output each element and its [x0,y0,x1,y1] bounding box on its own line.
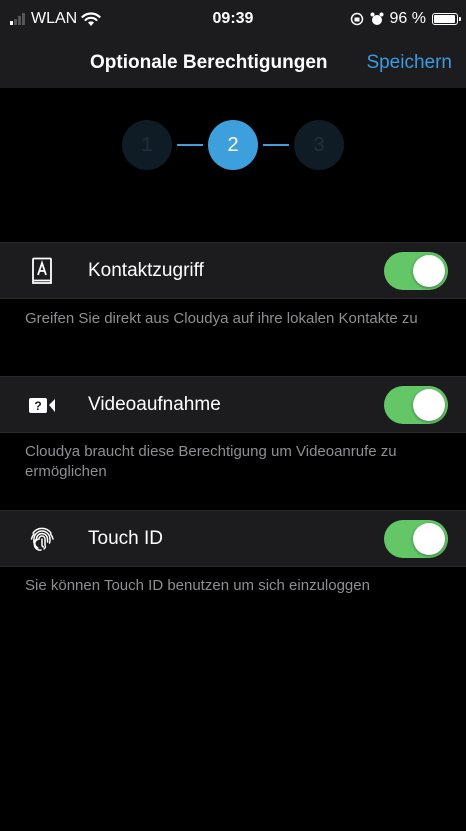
permission-label: Touch ID [88,527,163,549]
battery-fill [434,15,456,23]
permission-row-touchid: Touch ID [0,510,466,567]
battery-percent: 96 % [389,10,426,27]
orientation-lock-icon [350,12,363,26]
step-3: 3 [294,120,344,170]
permission-label: Videoaufnahme [88,393,221,415]
step-2: 2 [208,120,258,170]
toggle-knob [413,522,445,555]
touchid-toggle[interactable] [384,519,448,558]
svg-text:?: ? [34,399,41,413]
toggle-knob [413,388,445,421]
permission-description: Sie können Touch ID benutzen um sich ein… [25,577,370,594]
permission-row-contacts: Kontaktzugriff [0,242,466,299]
fingerprint-icon [27,524,57,554]
permission-description: Greifen Sie direkt aus Cloudya auf ihre … [25,310,418,327]
status-bar: WLAN 09:39 96 % [0,0,466,40]
nav-bar: Optionale Berechtigungen Speichern [0,40,466,88]
permission-description: Cloudya braucht diese Berechtigung um Vi… [25,443,397,480]
screen: WLAN 09:39 96 % Optionale Berechtigungen… [0,0,466,831]
contact-book-icon [27,256,57,286]
save-button[interactable]: Speichern [366,52,452,74]
permission-label: Kontaktzugriff [88,259,204,281]
video-toggle[interactable] [384,385,448,424]
step-indicator: 1 2 3 [0,120,466,170]
step-1: 1 [122,120,172,170]
step-connector [177,144,203,146]
contacts-toggle[interactable] [384,251,448,290]
toggle-knob [413,254,445,287]
status-right: 96 % [350,10,461,28]
battery-icon [432,13,461,25]
video-camera-icon: ? [27,390,57,420]
page-title: Optionale Berechtigungen [90,52,328,73]
step-connector [263,144,289,146]
alarm-icon [370,12,384,25]
permission-row-video: ? Videoaufnahme [0,376,466,433]
